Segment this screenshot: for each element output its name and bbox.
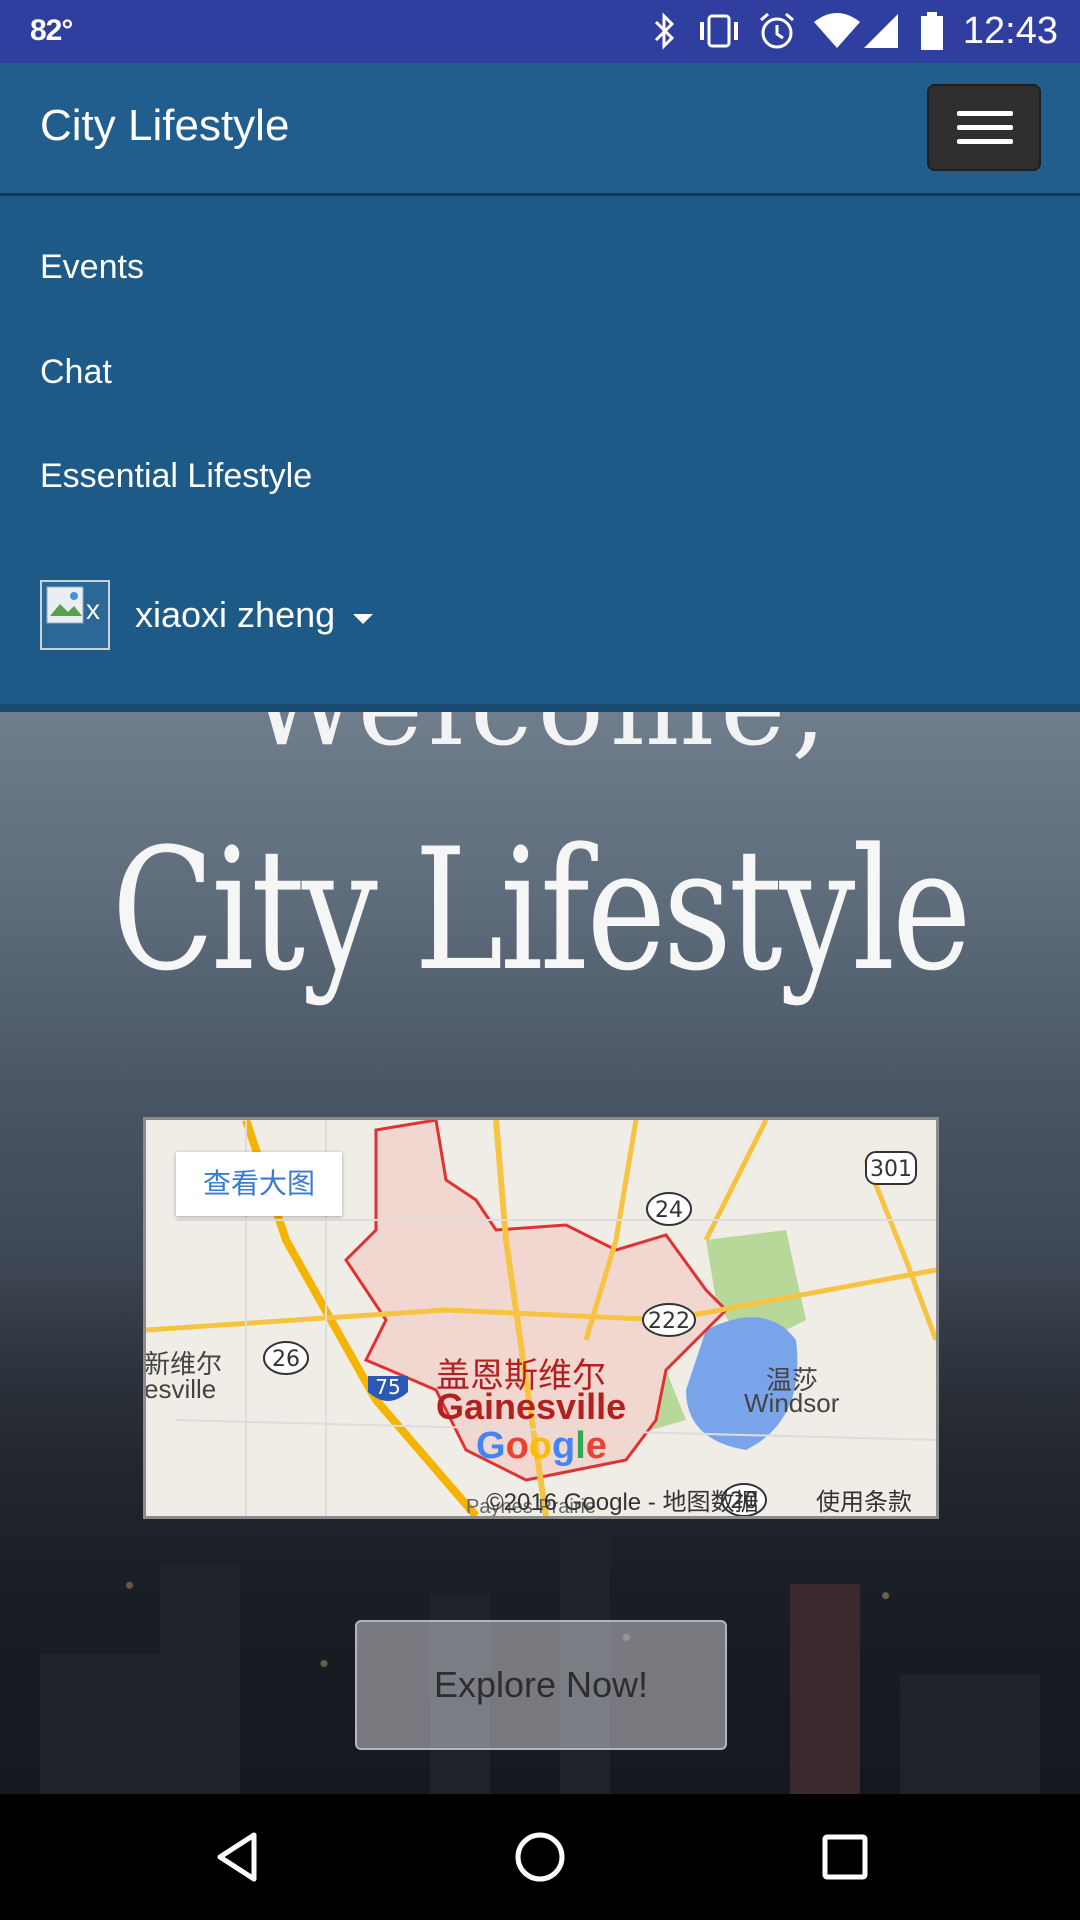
avatar: x <box>40 580 110 650</box>
svg-text:301: 301 <box>870 1157 912 1182</box>
bluetooth-icon <box>654 12 675 50</box>
map-embed[interactable]: 301 24 222 26 75 20 查看大图 新维尔 esville 温莎 … <box>143 1117 939 1519</box>
top-navbar: City Lifestyle <box>0 63 1080 196</box>
google-logo: Google <box>476 1425 607 1467</box>
brand-title[interactable]: City Lifestyle <box>40 101 289 151</box>
system-navigation-bar <box>0 1794 1080 1920</box>
svg-text:26: 26 <box>272 1347 300 1372</box>
home-icon[interactable] <box>512 1829 568 1885</box>
clock: 12:43 <box>962 10 1058 52</box>
map-label-left-en: esville <box>144 1374 217 1404</box>
vibrate-icon <box>700 14 738 48</box>
menu-item-events[interactable]: Events <box>40 248 144 287</box>
svg-text:75: 75 <box>375 1375 400 1399</box>
map-label-right-en: Windsor <box>744 1388 840 1418</box>
hero-title: City Lifestyle <box>111 812 972 1008</box>
map-city-label-en: Gainesville <box>436 1386 627 1427</box>
hero-welcome-text-partial: Welcome, <box>0 712 1080 770</box>
chevron-down-icon <box>353 614 373 624</box>
temperature-indicator: 82° <box>30 14 73 47</box>
broken-image-icon <box>46 586 84 624</box>
status-bar: 82° 12:43 <box>0 0 1080 63</box>
user-name: xiaoxi zheng <box>135 594 336 635</box>
view-larger-map-button[interactable]: 查看大图 <box>176 1152 342 1216</box>
hamburger-menu-button[interactable] <box>927 84 1041 171</box>
battery-icon <box>921 12 943 50</box>
map-footer: ©2016 Google - 地图数据 使用条款 <box>146 1476 936 1516</box>
svg-text:222: 222 <box>648 1309 690 1334</box>
back-icon[interactable] <box>210 1829 266 1885</box>
svg-text:24: 24 <box>655 1198 683 1223</box>
map-copyright: ©2016 Google - 地图数据 <box>486 1489 759 1516</box>
wifi-icon <box>814 13 860 48</box>
explore-now-button[interactable]: Explore Now! <box>355 1620 727 1750</box>
recents-icon[interactable] <box>817 1829 873 1885</box>
menu-item-chat[interactable]: Chat <box>40 353 112 392</box>
avatar-alt-text: x <box>86 594 100 625</box>
alarm-icon <box>760 12 794 49</box>
map-terms-link[interactable]: 使用条款 <box>816 1482 912 1516</box>
menu-item-essential-lifestyle[interactable]: Essential Lifestyle <box>40 457 312 496</box>
signal-icon <box>864 14 898 48</box>
nav-dropdown-menu: Events Chat Essential Lifestyle x xiaoxi… <box>0 196 1080 712</box>
